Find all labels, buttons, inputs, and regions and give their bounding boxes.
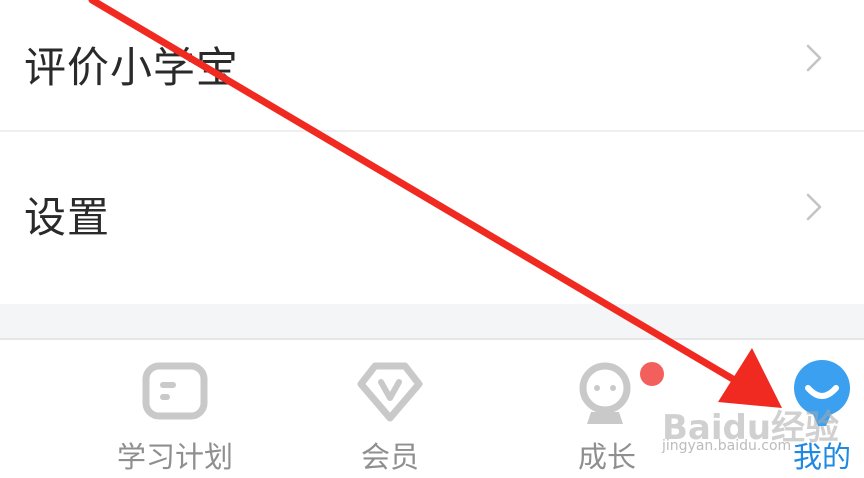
tab-label: 我的: [792, 440, 851, 474]
tab-mine[interactable]: 我的: [770, 340, 864, 478]
menu-item-label: 设置: [24, 193, 111, 242]
chevron-right-icon: [806, 193, 822, 221]
menu-item-rate-app[interactable]: 评价小学宝: [0, 0, 864, 130]
vip-icon: [357, 362, 423, 422]
section-gap: [0, 304, 864, 338]
notification-badge: [640, 362, 664, 386]
growth-icon: [579, 362, 631, 424]
mine-icon: [794, 360, 850, 426]
tab-label: 学习计划: [116, 440, 233, 474]
profile-screen: 评价小学宝 设置 学习计划 会员 成长 我的 Baidu经验 jingyan.b…: [0, 0, 864, 478]
menu-item-settings[interactable]: 设置: [0, 132, 864, 302]
menu-item-label: 评价小学宝: [24, 43, 240, 92]
tab-growth[interactable]: 成长: [532, 340, 682, 478]
tab-label: 成长: [577, 440, 636, 474]
tab-study-plan[interactable]: 学习计划: [100, 340, 250, 478]
tab-label: 会员: [360, 440, 419, 474]
tab-vip[interactable]: 会员: [315, 340, 465, 478]
chevron-right-icon: [806, 44, 822, 72]
study-plan-icon: [142, 362, 208, 420]
bottom-tab-bar: 学习计划 会员 成长 我的: [0, 340, 864, 478]
